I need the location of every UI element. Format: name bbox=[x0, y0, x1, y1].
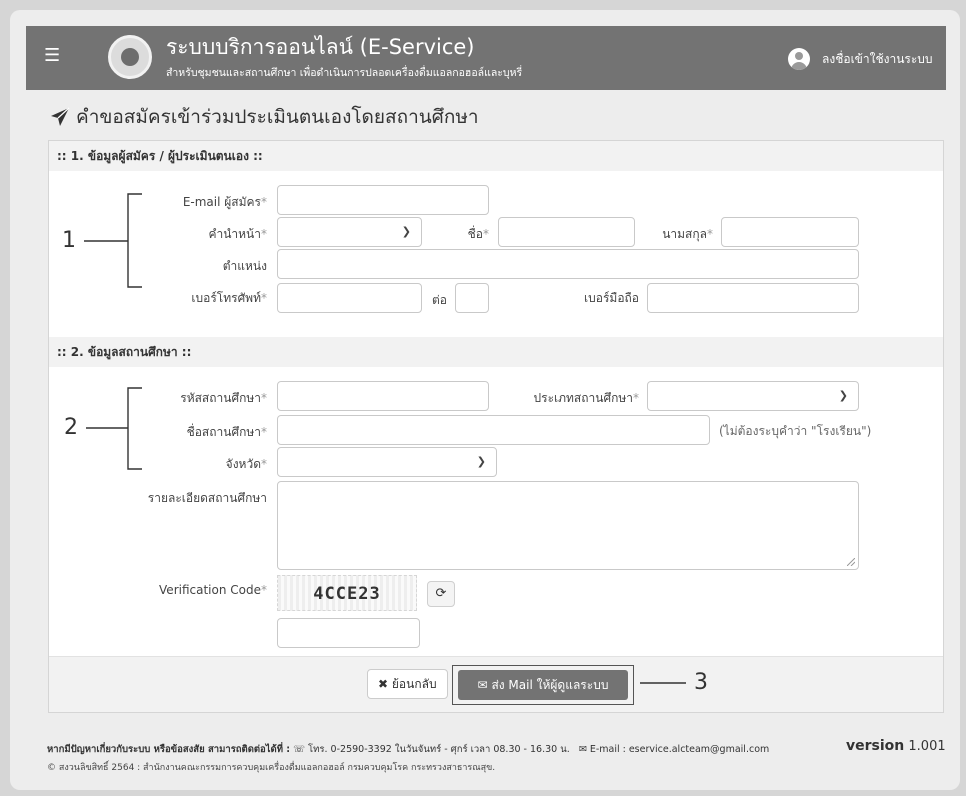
contact-email: E-mail : eservice.alcteam@gmail.com bbox=[589, 744, 770, 755]
phone-icon: ☏ bbox=[293, 744, 306, 755]
version-number: 1.001 bbox=[908, 739, 946, 754]
version-word: version bbox=[846, 738, 905, 754]
mail-icon: ✉ bbox=[578, 744, 587, 755]
annotation-number-1: 1 bbox=[62, 228, 76, 253]
copyright: © สงวนลิขสิทธิ์ 2564 : สำนักงานคณะกรรมกา… bbox=[47, 763, 496, 773]
annotation-brackets bbox=[84, 193, 686, 684]
version-info: version 1.001 bbox=[846, 738, 946, 754]
contact-info: หากมีปัญหาเกี่ยวกับระบบ หรือข้อสงสัย สาม… bbox=[47, 742, 769, 757]
contact-phone: โทร. 0-2590-3392 ในวันจันทร์ - ศุกร์ เวล… bbox=[308, 744, 570, 755]
annotation-number-3: 3 bbox=[694, 670, 708, 695]
contact-prefix: หากมีปัญหาเกี่ยวกับระบบ หรือข้อสงสัย สาม… bbox=[47, 744, 291, 755]
annotation-number-2: 2 bbox=[64, 415, 78, 440]
